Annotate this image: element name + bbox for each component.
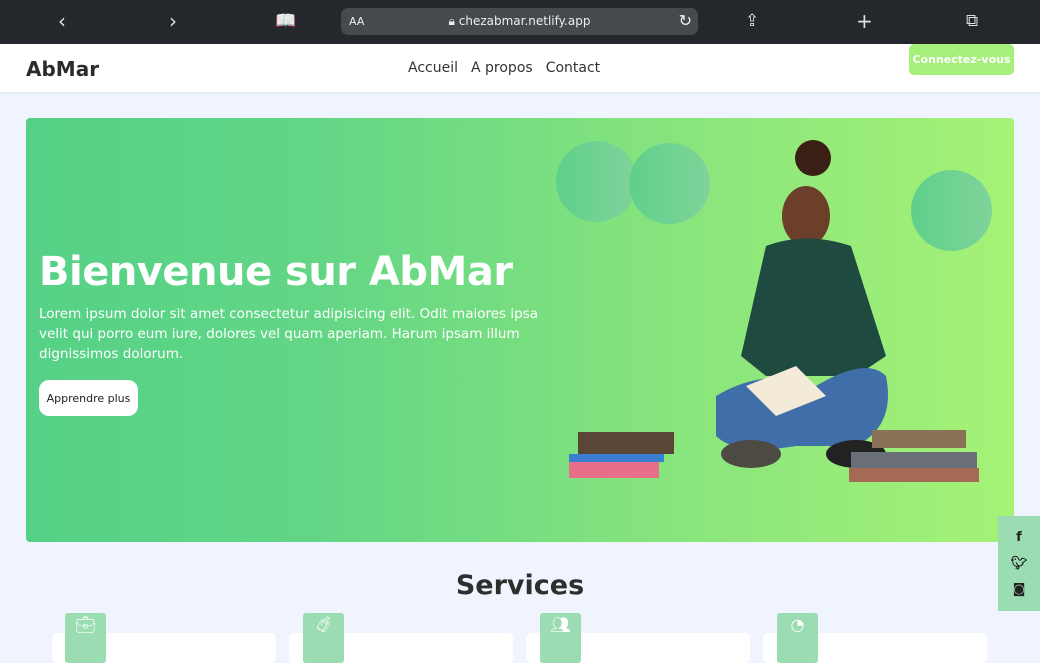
back-icon[interactable]: ‹ bbox=[58, 10, 66, 32]
tabs-icon[interactable]: ⧉ bbox=[966, 10, 978, 32]
nav-link-accueil[interactable]: Accueil bbox=[408, 60, 458, 76]
briefcase-icon: 💼︎ bbox=[65, 613, 106, 663]
share-icon[interactable]: ⇪ bbox=[745, 10, 759, 32]
logo[interactable]: AbMar bbox=[26, 57, 99, 81]
bookmarks-icon[interactable]: 📖 bbox=[275, 10, 296, 32]
student-reading-image bbox=[569, 140, 979, 482]
url-text: chezabmar.netlify.app bbox=[458, 14, 591, 28]
services-title: Services bbox=[455, 570, 585, 601]
hero-title: Bienvenue sur AbMar bbox=[39, 249, 513, 295]
instagram-icon[interactable]: ◙ bbox=[1013, 582, 1026, 597]
browser-toolbar: ‹ › 📖 AA 🔒︎ chezabmar.netlify.app ↻ ⇪ + … bbox=[0, 0, 1040, 44]
facebook-icon[interactable]: f bbox=[1016, 530, 1022, 545]
social-sidebar: f 🐦︎ ◙ bbox=[998, 516, 1040, 611]
nav-link-contact[interactable]: Contact bbox=[546, 60, 600, 76]
hero-description: Lorem ipsum dolor sit amet consectetur a… bbox=[39, 306, 538, 362]
site-header: AbMar Accueil A propos Contact Connectez… bbox=[0, 44, 1040, 92]
nav-link-a-propos[interactable]: A propos bbox=[471, 60, 533, 76]
learn-more-button[interactable]: Apprendre plus bbox=[39, 380, 138, 416]
twitter-icon[interactable]: 🐦︎ bbox=[1011, 556, 1028, 571]
reload-icon[interactable]: ↻ bbox=[679, 11, 692, 30]
users-cog-icon: 👥︎ bbox=[540, 613, 581, 663]
hero-banner: Bienvenue sur AbMar Lorem ipsum dolor si… bbox=[26, 118, 1014, 542]
login-button[interactable]: Connectez-vous bbox=[909, 44, 1014, 75]
lock-icon: 🔒︎ bbox=[448, 14, 459, 28]
forward-icon[interactable]: › bbox=[169, 10, 177, 32]
chart-pie-icon: ◔ bbox=[777, 613, 818, 663]
new-tab-icon[interactable]: + bbox=[856, 10, 873, 32]
luggage-cart-icon: 🧳︎ bbox=[303, 613, 344, 663]
address-bar[interactable]: AA 🔒︎ chezabmar.netlify.app ↻ bbox=[341, 8, 698, 35]
